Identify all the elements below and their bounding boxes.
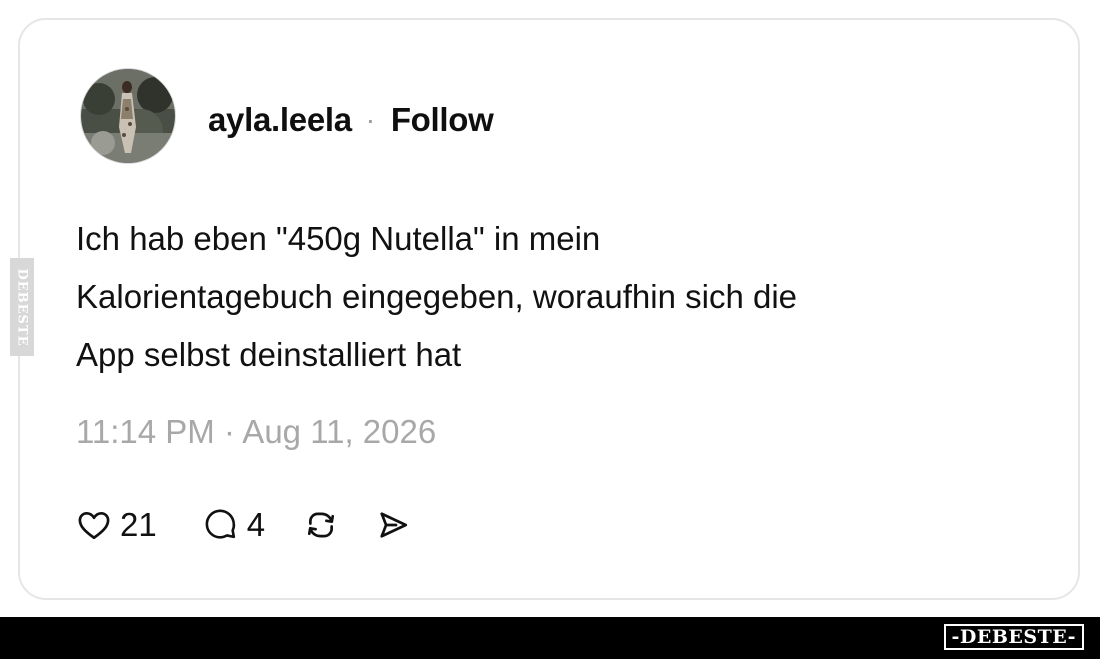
reply-count: 4 [246, 506, 266, 543]
footer-bar: -DEBESTE- [0, 617, 1100, 659]
share-button[interactable] [375, 507, 411, 543]
repost-icon [308, 512, 335, 538]
avatar[interactable] [80, 68, 176, 164]
send-icon [380, 512, 408, 538]
follow-button[interactable]: Follow [391, 101, 494, 139]
post-text-line: Ich hab eben "450g Nutella" in mein [76, 220, 601, 257]
logo-text: -DEBESTE- [951, 625, 1076, 648]
action-bar: 21 4 [76, 503, 411, 547]
post-text-line: App selbst deinstalliert hat [76, 336, 462, 373]
post-text-line: Kalorientagebuch eingegeben, woraufhin s… [76, 278, 798, 315]
like-count: 21 [120, 506, 157, 543]
username[interactable]: ayla.leela [208, 101, 352, 139]
post-timestamp: 11:14 PM · Aug 11, 2026 [76, 413, 437, 450]
post-text: Ich hab eben "450g Nutella" in mein Kalo… [76, 210, 1036, 384]
post-card: ayla.leela · Follow Ich hab eben "450g N… [18, 18, 1080, 600]
header-separator: · [365, 104, 375, 135]
avatar-photo [81, 69, 175, 163]
debeste-logo: -DEBESTE- [943, 624, 1084, 650]
speech-bubble-icon [205, 509, 235, 539]
heart-icon [78, 511, 110, 540]
side-watermark-text: DEBESTE [14, 267, 30, 347]
reply-button[interactable]: 4 [203, 506, 265, 544]
post-header: ayla.leela · Follow [208, 98, 494, 142]
side-watermark: DEBESTE [10, 258, 34, 356]
like-button[interactable]: 21 [76, 506, 157, 544]
repost-button[interactable] [303, 507, 339, 543]
